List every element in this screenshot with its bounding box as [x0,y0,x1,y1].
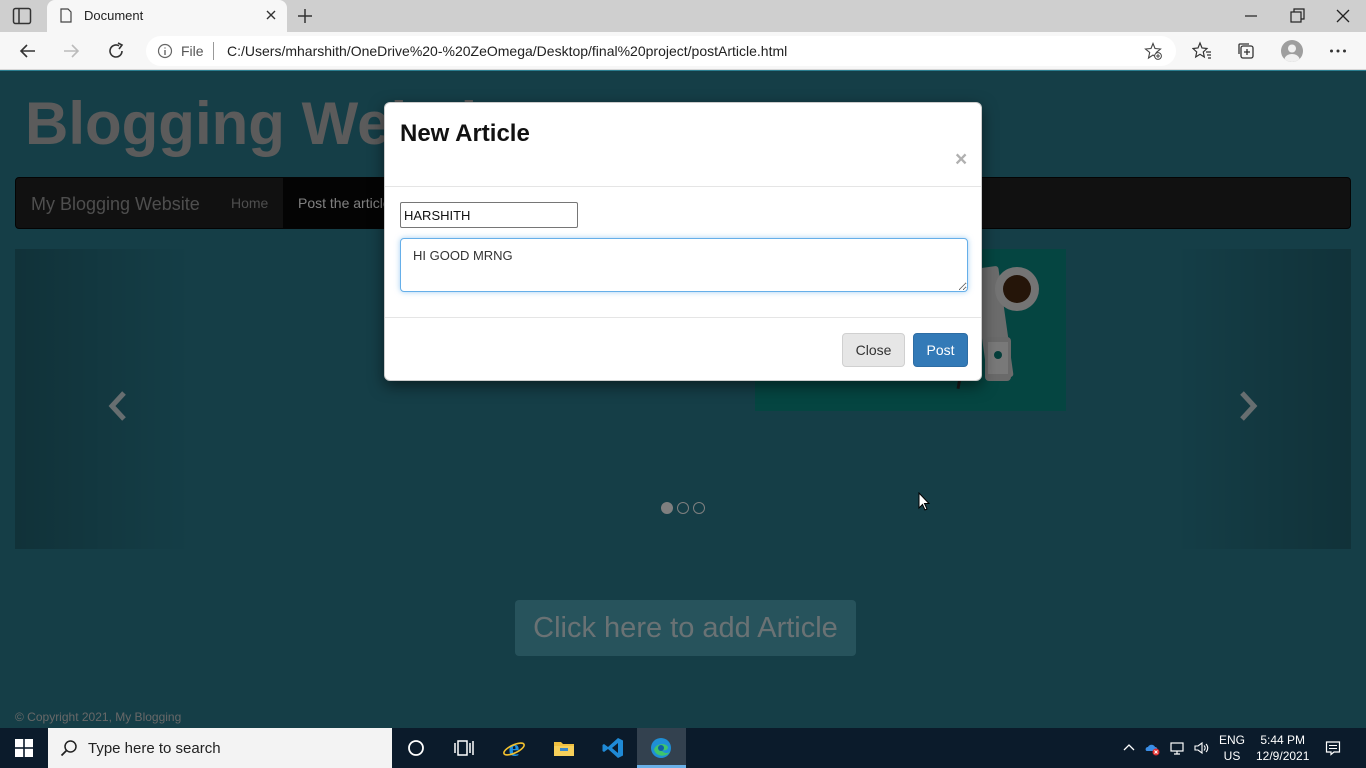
profile-icon [1284,44,1300,62]
add-favorite-icon[interactable] [1144,42,1162,60]
tab-title: Document [84,8,144,23]
show-hidden-icons-icon[interactable] [1121,740,1137,756]
author-name-input[interactable] [400,202,578,228]
url-text[interactable]: C:/Users/mharshith/OneDrive%20-%20ZeOmeg… [227,43,787,59]
task-view-icon[interactable] [452,736,476,760]
onedrive-error-icon[interactable] [1144,740,1160,756]
modal-footer: Close Post [385,317,981,380]
profile-avatar[interactable] [1281,40,1303,62]
back-icon[interactable] [18,41,38,61]
restore-icon[interactable] [1287,6,1307,26]
info-icon[interactable] [157,43,173,59]
window-close-icon[interactable] [1333,6,1353,26]
close-button[interactable]: Close [842,333,905,367]
new-tab-icon[interactable] [296,7,314,25]
page-viewport: Blogging Website My Blogging Website Hom… [0,71,1366,728]
more-options-icon[interactable] [1328,41,1348,61]
language-indicator[interactable]: ENG US [1219,732,1245,764]
lang-line1: ENG [1219,733,1246,747]
post-button[interactable]: Post [913,333,968,367]
svg-text:e: e [509,736,520,760]
forward-icon[interactable] [61,41,81,61]
notifications-icon[interactable] [1325,740,1341,756]
refresh-icon[interactable] [106,41,126,61]
internet-explorer-icon[interactable]: e [502,736,526,760]
url-separator [213,42,214,60]
browser-tab-document[interactable]: Document [47,0,287,32]
vscode-icon[interactable] [601,736,625,760]
favorites-icon[interactable] [1192,41,1212,61]
new-article-modal: New Article × HI GOOD MRNG Close Post [384,102,982,381]
document-icon [60,8,72,23]
mouse-cursor-icon [918,492,930,511]
edge-browser-icon[interactable] [649,736,673,760]
url-scheme-label: File [181,43,204,59]
lang-line2: US [1223,749,1241,763]
modal-close-icon[interactable]: × [955,149,967,170]
minimize-icon[interactable] [1241,6,1261,26]
tab-close-icon[interactable] [264,8,278,22]
cortana-icon[interactable] [404,736,428,760]
modal-header: New Article × [385,103,981,187]
address-bar: File C:/Users/mharshith/OneDrive%20-%20Z… [0,32,1366,70]
collections-icon[interactable] [1236,41,1256,61]
taskbar-clock[interactable]: 5:44 PM 12/9/2021 [1256,732,1309,764]
tab-actions-icon[interactable] [12,7,32,25]
search-icon [60,740,77,757]
windows-start-icon[interactable] [15,739,33,757]
article-textarea[interactable]: HI GOOD MRNG [400,238,968,292]
browser-tab-strip: Document [0,0,1366,32]
volume-icon[interactable] [1193,740,1209,756]
modal-title: New Article [400,120,530,147]
taskbar-search[interactable]: Type here to search [48,728,392,768]
clock-date: 12/9/2021 [1256,749,1310,763]
file-explorer-icon[interactable] [552,736,576,760]
url-field[interactable]: File C:/Users/mharshith/OneDrive%20-%20Z… [146,36,1176,66]
network-icon[interactable] [1169,740,1185,756]
taskbar-search-placeholder: Type here to search [88,740,221,757]
windows-taskbar: Type here to search e ENG US 5:44 PM 12/… [0,728,1366,768]
clock-time: 5:44 PM [1260,733,1306,747]
